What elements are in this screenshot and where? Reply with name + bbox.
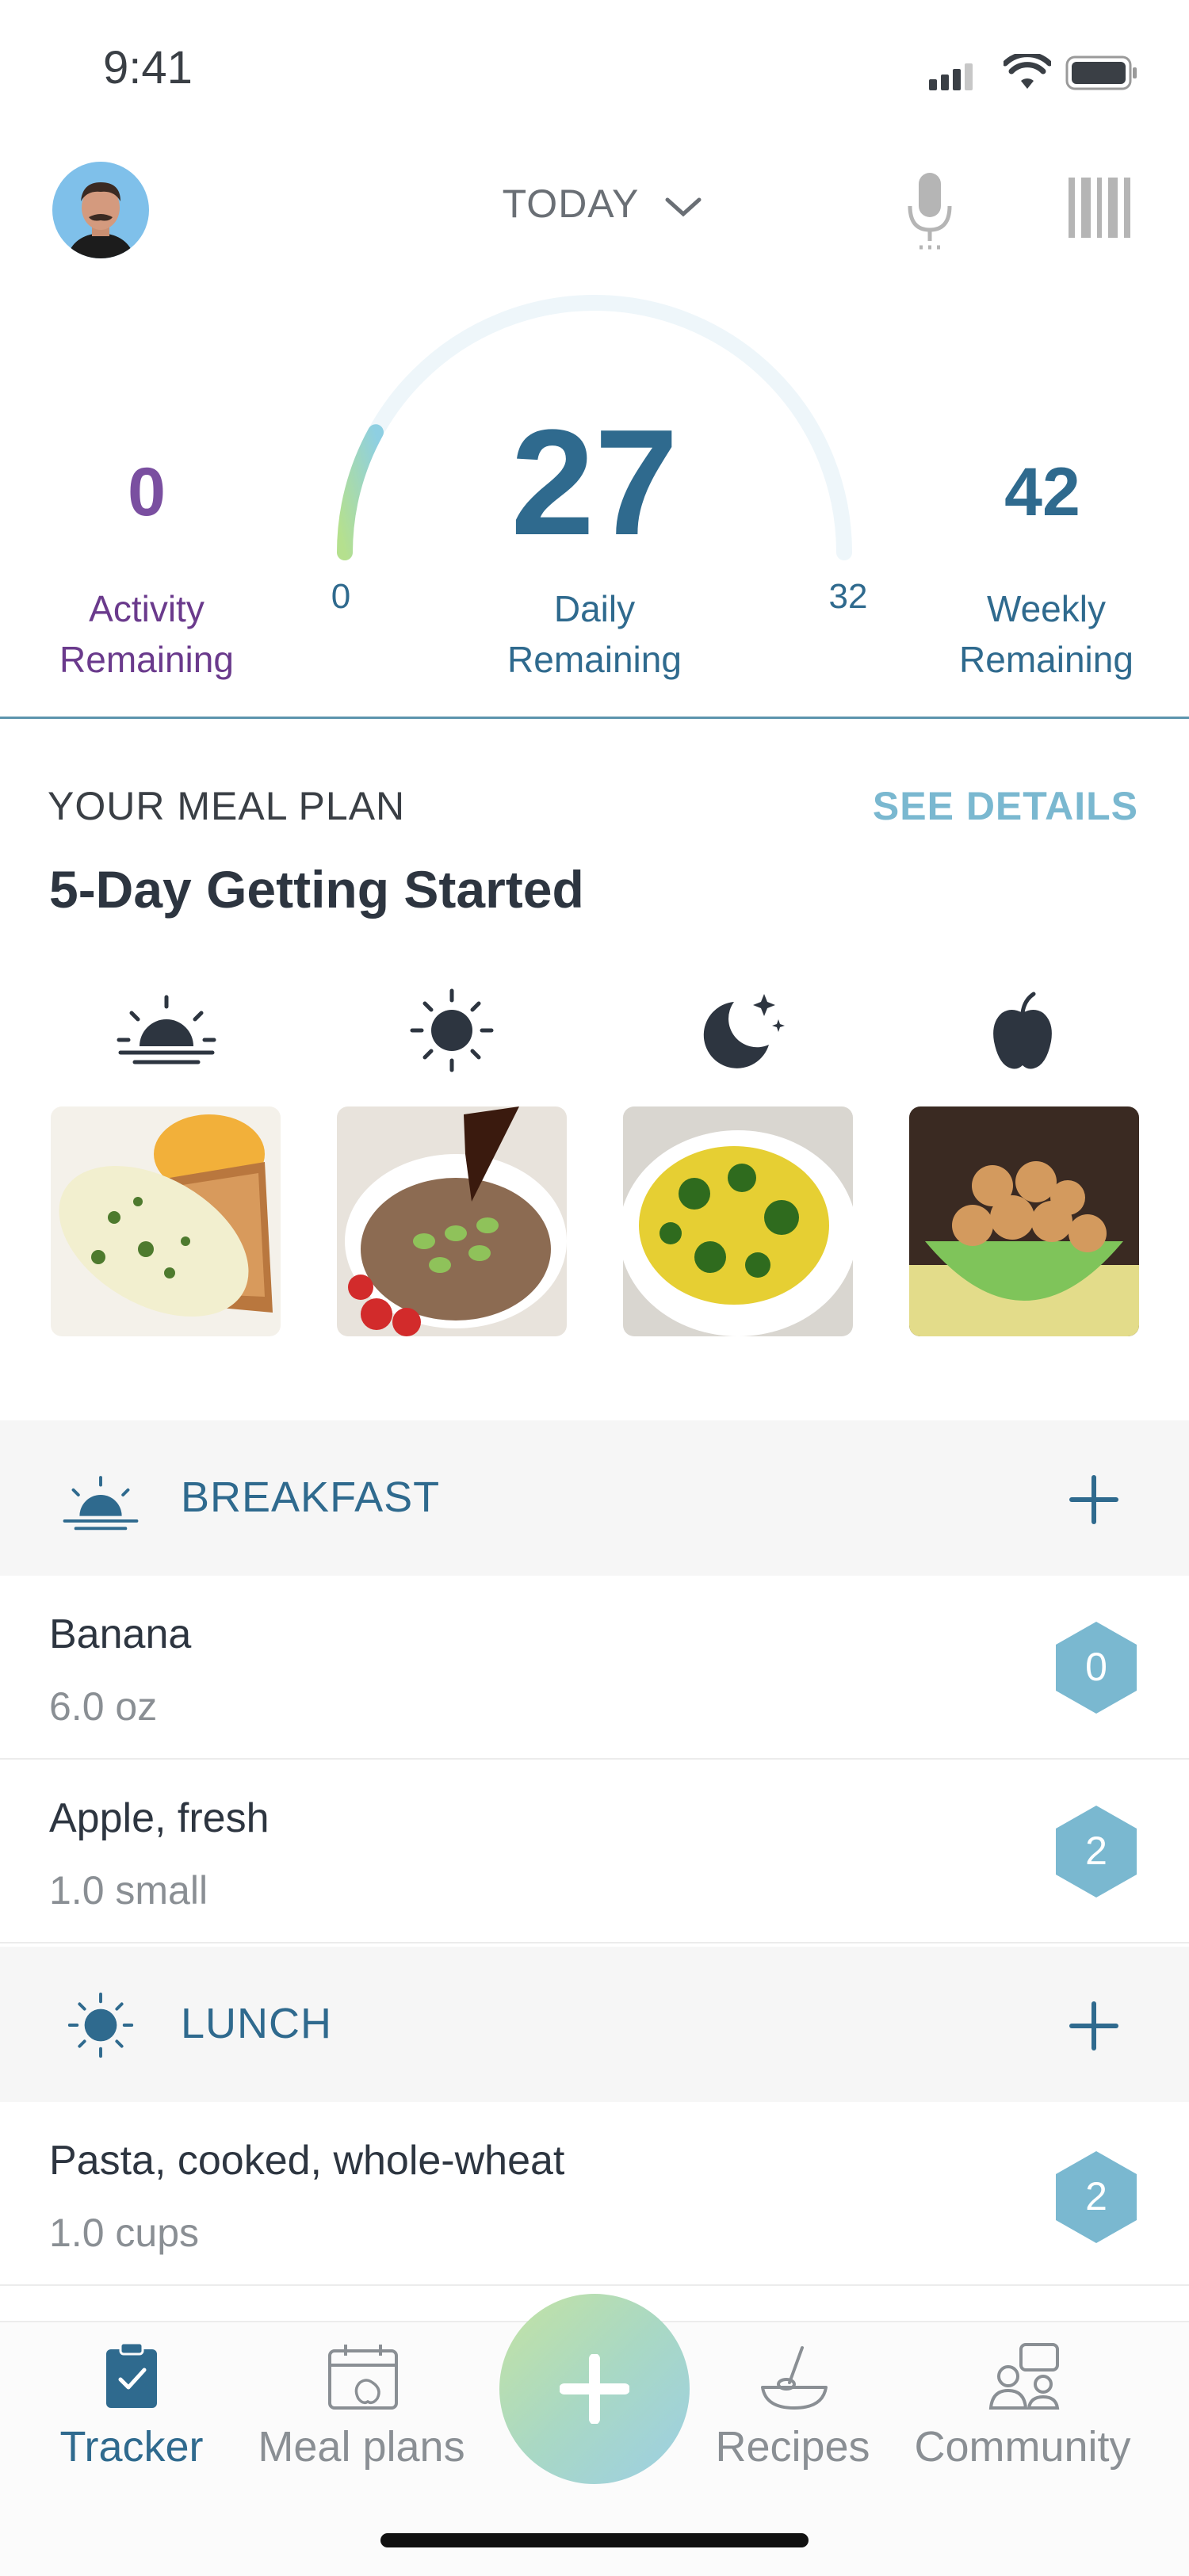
breakfast-recipe-thumbnail[interactable] xyxy=(51,1106,281,1336)
sunrise-icon xyxy=(117,995,216,1064)
wifi-icon xyxy=(1004,54,1051,89)
tab-label: Community xyxy=(914,2423,1131,2471)
date-selector[interactable]: TODAY xyxy=(412,181,793,227)
add-food-fab[interactable] xyxy=(499,2294,690,2484)
chevron-down-icon xyxy=(665,197,702,217)
tab-meal-plans[interactable]: Meal plans xyxy=(243,2333,480,2484)
dinner-recipe-thumbnail[interactable] xyxy=(623,1106,853,1336)
see-details-link[interactable]: SEE DETAILS xyxy=(873,783,1138,829)
microphone-icon[interactable] xyxy=(904,171,956,250)
summary-divider xyxy=(0,717,1189,719)
sun-icon xyxy=(67,1992,134,2058)
apple-icon xyxy=(993,992,1052,1069)
tab-tracker[interactable]: Tracker xyxy=(13,2333,250,2484)
weekly-label-line2: Remaining xyxy=(959,639,1134,680)
daily-points-value: 27 xyxy=(510,399,679,567)
food-item-row[interactable]: Apple, fresh 1.0 small 2 xyxy=(0,1760,1189,1943)
sun-icon xyxy=(410,988,494,1072)
add-breakfast-button[interactable] xyxy=(1062,1468,1126,1531)
food-name: Apple, fresh xyxy=(49,1795,270,1841)
food-quantity: 1.0 cups xyxy=(49,2211,200,2255)
tab-label: Tracker xyxy=(59,2423,204,2471)
activity-remaining-label: Activity Remaining xyxy=(32,583,262,685)
tab-label: Meal plans xyxy=(258,2423,465,2471)
lunch-section-header xyxy=(0,1947,1189,2102)
breakfast-title: BREAKFAST xyxy=(181,1473,441,1521)
tab-label: Recipes xyxy=(715,2423,870,2471)
weekly-remaining-label: Weekly Remaining xyxy=(935,583,1157,685)
food-quantity: 1.0 small xyxy=(49,1868,208,1913)
lunch-recipe-thumbnail[interactable] xyxy=(337,1106,567,1336)
points-value: 0 xyxy=(1085,1645,1107,1689)
add-lunch-button[interactable] xyxy=(1062,1994,1126,2058)
gauge-max-label: 32 xyxy=(828,577,868,616)
community-icon xyxy=(988,2343,1060,2410)
meal-plan-title: 5-Day Getting Started xyxy=(49,860,584,919)
home-indicator xyxy=(380,2533,809,2547)
snack-recipe-thumbnail[interactable] xyxy=(909,1106,1139,1336)
daily-label-line2: Remaining xyxy=(507,639,682,680)
barcode-scanner-icon[interactable] xyxy=(1069,178,1132,238)
clipboard-check-icon xyxy=(106,2343,157,2408)
daily-label-line1: Daily xyxy=(553,588,636,629)
weekly-label-line1: Weekly xyxy=(987,588,1106,629)
status-time: 9:41 xyxy=(103,42,193,94)
date-selector-label: TODAY xyxy=(502,182,639,226)
food-quantity: 6.0 oz xyxy=(49,1684,158,1729)
sunrise-icon xyxy=(63,1476,139,1531)
food-name: Pasta, cooked, whole-wheat xyxy=(49,2138,565,2184)
calendar-apple-icon xyxy=(328,2345,398,2410)
food-name: Banana xyxy=(49,1611,192,1657)
tab-community[interactable]: Community xyxy=(904,2333,1141,2484)
weekly-points-value: 42 xyxy=(1004,454,1080,530)
food-item-row[interactable]: Banana 6.0 oz 0 xyxy=(0,1576,1189,1760)
moon-icon xyxy=(703,994,785,1068)
bowl-whisk-icon xyxy=(761,2346,828,2410)
battery-icon xyxy=(1065,55,1137,90)
avatar[interactable] xyxy=(52,162,149,258)
daily-remaining-label: Daily Remaining xyxy=(476,583,713,685)
activity-label-line1: Activity xyxy=(89,588,205,629)
meal-plan-label: YOUR MEAL PLAN xyxy=(48,784,406,828)
tab-recipes[interactable]: Recipes xyxy=(674,2333,912,2484)
activity-points-value: 0 xyxy=(128,454,166,530)
breakfast-section-header xyxy=(0,1420,1189,1576)
cellular-signal-icon xyxy=(929,63,973,90)
lunch-title: LUNCH xyxy=(181,2000,333,2047)
points-value: 2 xyxy=(1085,2174,1107,2219)
user-photo xyxy=(52,162,149,258)
food-item-row[interactable]: Pasta, cooked, whole-wheat 1.0 cups 2 xyxy=(0,2102,1189,2286)
plus-icon xyxy=(560,2354,629,2424)
gauge-min-label: 0 xyxy=(331,577,351,616)
activity-label-line2: Remaining xyxy=(59,639,234,680)
points-value: 2 xyxy=(1085,1829,1107,1873)
